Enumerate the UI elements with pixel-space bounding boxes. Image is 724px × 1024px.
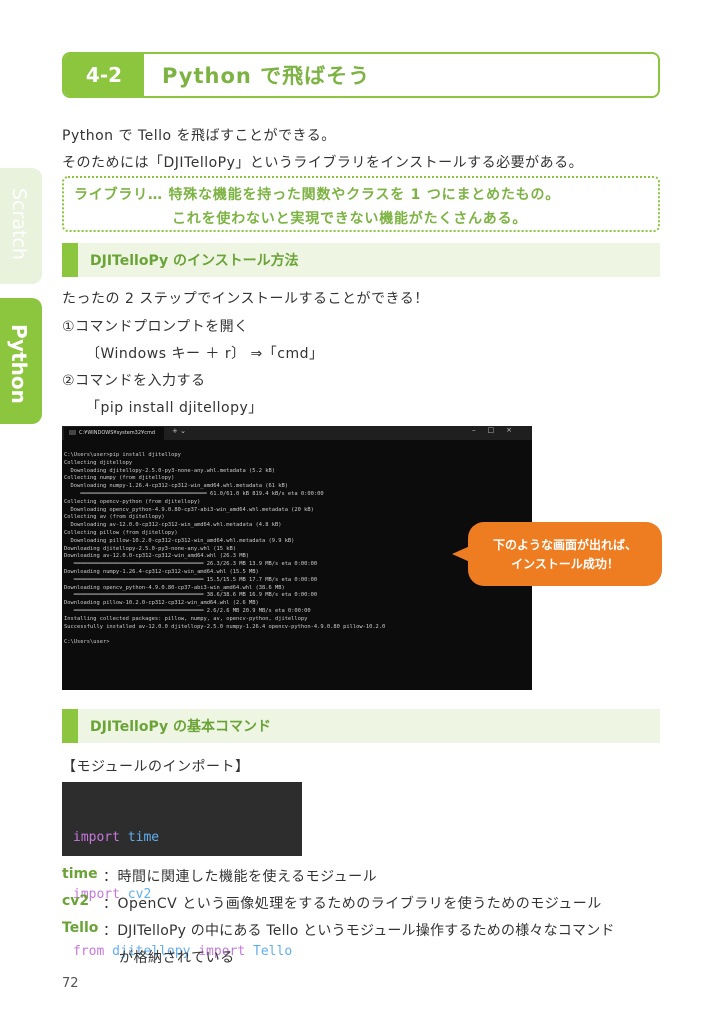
- terminal-line: Downloading opencv_python-4.9.0.80-cp37-…: [64, 506, 314, 513]
- terminal-line: Installing collected packages: pillow, n…: [64, 615, 308, 622]
- terminal-line: C:\Users\user>: [64, 639, 110, 646]
- term-key-time: time: [62, 866, 98, 882]
- terminal-line: Successfully installed av-12.0.0 djitell…: [64, 623, 386, 630]
- definition-box: ライブラリ… 特殊な機能を持った関数やクラスを 1 つにまとめたもの。 これを使…: [62, 176, 660, 232]
- side-tab-scratch[interactable]: Scratch: [0, 168, 42, 284]
- terminal-line: Collecting numpy (from djitellopy): [64, 475, 175, 482]
- terminal-line: Collecting pillow (from djitellopy): [64, 529, 178, 536]
- terminal-line: Downloading djitellopy-2.5.0-py3-none-an…: [64, 545, 237, 552]
- terminal-tab-title: C:¥WINDOWS¥system32¥cmd: [79, 430, 156, 436]
- terminal-line: Downloading numpy-1.26.4-cp312-cp312-win…: [64, 568, 259, 575]
- side-tab-scratch-label: Scratch: [8, 188, 30, 260]
- terminal-line: ━━━━━━━━━━━━━━━━━━━━━━━━━━━━━━━━━━━━━━━ …: [64, 490, 324, 497]
- terminal-output: C:\Users\user>pip install djitellopy Coll…: [64, 452, 385, 647]
- terminal-line: Downloading numpy-1.26.4-cp312-cp312-win…: [64, 483, 288, 490]
- basics-heading: DJITelloPy の基本コマンド: [62, 709, 660, 743]
- intro-line-2: そのためには「DJITelloPy」というライブラリをインストールする必要がある…: [62, 155, 584, 171]
- terminal-line: Collecting opencv-python (from djitellop…: [64, 498, 201, 505]
- terminal-line: Collecting djitellopy: [64, 459, 133, 466]
- success-callout: 下のような画面が出れば、 インストール成功！: [468, 522, 662, 586]
- install-step-2-detail: 「pip install djitellopy」: [86, 400, 263, 416]
- callout-line-2: インストール成功！: [511, 557, 619, 571]
- term-desc-tello: ：DJITelloPy の中にある Tello というモジュール操作するための様…: [103, 923, 615, 939]
- install-step-1-detail: 〔Windows キー ＋ r〕 ⇒「cmd」: [86, 346, 324, 362]
- terminal-line: Downloading av-12.0.0-cp312-cp312-win_am…: [64, 522, 282, 529]
- install-step-2: ②コマンドを入力する: [62, 373, 206, 389]
- heading-accent-bar: [62, 709, 78, 743]
- terminal-line: C:\Users\user>pip install djitellopy: [64, 452, 181, 458]
- terminal-line: ━━━━━━━━━━━━━━━━━━━━━━━━━━━━━━━━━━━━━━━━…: [64, 576, 318, 583]
- terminal-line: ━━━━━━━━━━━━━━━━━━━━━━━━━━━━━━━━━━━━━━━━…: [64, 607, 311, 614]
- terminal-line: Collecting av (from djitellopy): [64, 514, 165, 521]
- terminal-line: Downloading pillow-10.2.0-cp312-cp312-wi…: [64, 537, 295, 544]
- section-header: 4-2 Python で飛ばそう: [62, 52, 660, 98]
- side-tab-python-label: Python: [7, 324, 31, 404]
- code-block: import time import cv2 from djitellopy i…: [62, 782, 302, 959]
- term-desc-cv2: ：OpenCV という画像処理をするためのライブラリを使うためのモジュール: [103, 896, 602, 912]
- heading-accent-bar: [62, 243, 78, 277]
- section-title: Python で飛ばそう: [162, 64, 371, 88]
- install-step-1: ①コマンドプロンプトを開く: [62, 319, 249, 335]
- terminal-line: ━━━━━━━━━━━━━━━━━━━━━━━━━━━━━━━━━━━━━━━━…: [64, 561, 318, 568]
- definition-line-1: ライブラリ… 特殊な機能を持った関数やクラスを 1 つにまとめたもの。: [74, 187, 561, 203]
- terminal-titlebar: C:¥WINDOWS¥system32¥cmd + ⌄ –□×: [62, 426, 532, 440]
- page-number: 72: [62, 976, 79, 991]
- basics-heading-text: DJITelloPy の基本コマンド: [90, 719, 271, 735]
- terminal-line: Downloading opencv_python-4.9.0.80-cp37-…: [64, 584, 285, 591]
- definition-line-2: これを使わないと実現できない機能がたくさんある。: [172, 211, 528, 227]
- install-intro: たったの 2 ステップでインストールすることができる！: [62, 291, 429, 307]
- term-desc-tello-cont: が格納されている: [119, 950, 235, 966]
- code-line: import time: [73, 830, 160, 845]
- terminal-line: Downloading djitellopy-2.5.0-py3-none-an…: [64, 467, 275, 474]
- terminal-line: Downloading pillow-10.2.0-cp312-cp312-wi…: [64, 600, 259, 607]
- callout-line-1: 下のような画面が出れば、: [492, 538, 637, 552]
- import-label: 【モジュールのインポート】: [62, 759, 250, 775]
- section-number: 4-2: [64, 54, 144, 96]
- window-controls[interactable]: –□×: [472, 426, 524, 434]
- terminal-tab[interactable]: C:¥WINDOWS¥system32¥cmd: [64, 427, 164, 440]
- terminal-line: Downloading av-12.0.0-cp312-cp312-win_am…: [64, 553, 249, 560]
- term-key-cv2: cv2: [62, 893, 90, 909]
- install-heading-text: DJITelloPy のインストール方法: [90, 253, 299, 269]
- term-key-tello: Tello: [62, 920, 99, 936]
- side-tab-python[interactable]: Python: [0, 298, 42, 424]
- term-desc-time: ：時間に関連した機能を使えるモジュール: [103, 869, 378, 885]
- new-tab-button[interactable]: + ⌄: [172, 427, 186, 435]
- install-heading: DJITelloPy のインストール方法: [62, 243, 660, 277]
- intro-line-1: Python で Tello を飛ばすことができる。: [62, 128, 336, 144]
- terminal-line: ━━━━━━━━━━━━━━━━━━━━━━━━━━━━━━━━━━━━━━━━…: [64, 592, 318, 599]
- terminal-icon: [69, 430, 76, 435]
